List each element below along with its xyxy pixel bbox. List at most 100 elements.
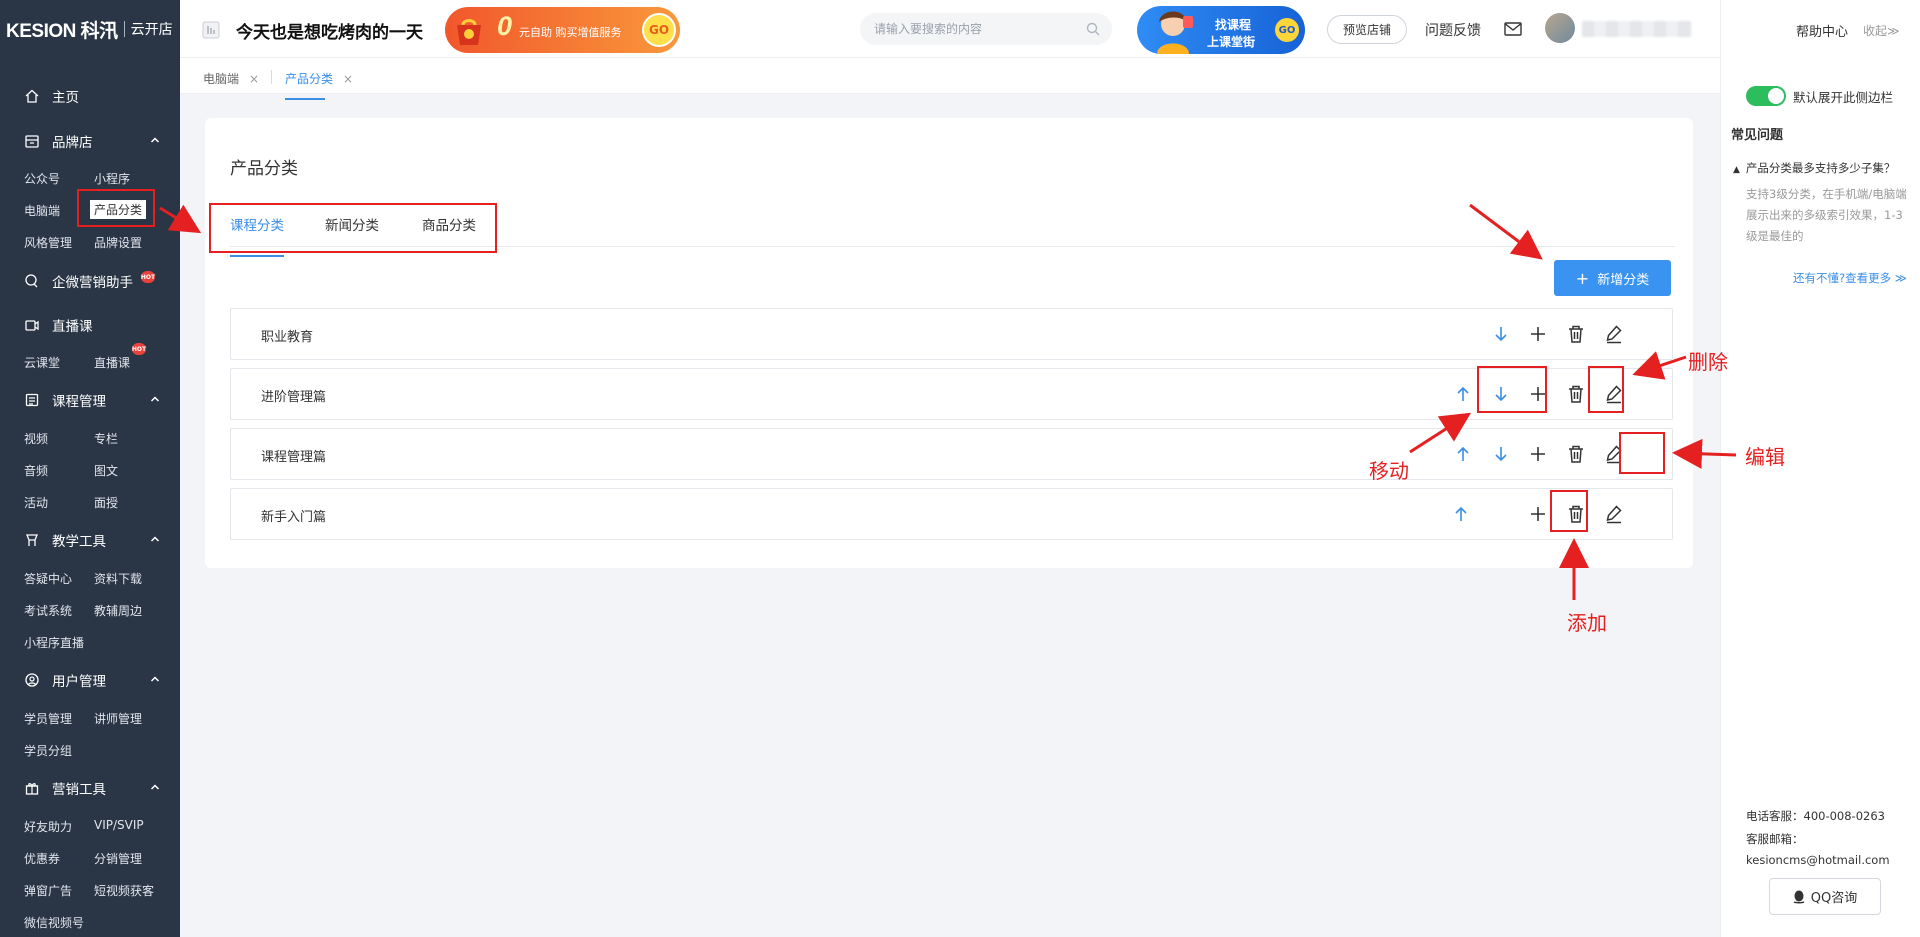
search-icon[interactable]	[1086, 22, 1100, 36]
sidebar-item-audio[interactable]: 音频	[24, 462, 48, 479]
qq-icon	[1793, 890, 1805, 904]
menu-toggle-icon[interactable]	[202, 21, 220, 39]
trash-icon[interactable]	[1565, 323, 1587, 345]
sidebar-item-live-course[interactable]: 直播课	[94, 354, 130, 371]
mascot-illustration	[1147, 6, 1203, 54]
faq-more-link[interactable]: 还有不懂?查看更多 ≫	[1793, 270, 1907, 286]
add-subcategory-icon[interactable]	[1527, 383, 1549, 405]
category-name: 进阶管理篇	[261, 390, 327, 405]
nav-group-brand-store[interactable]: 品牌店	[0, 125, 180, 157]
edit-icon[interactable]	[1603, 323, 1625, 345]
nav-group-teaching[interactable]: 教学工具	[0, 524, 180, 556]
tab-news-category[interactable]: 新闻分类	[325, 214, 379, 234]
store-icon	[24, 133, 40, 149]
default-expand-toggle[interactable]	[1746, 86, 1786, 106]
sidebar-item-qa[interactable]: 答疑中心	[24, 570, 72, 587]
sidebar-item-cloud-class[interactable]: 云课堂	[24, 354, 60, 371]
username-blurred[interactable]	[1582, 21, 1692, 37]
close-icon[interactable]: ×	[249, 72, 259, 86]
collapse-button[interactable]: 收起≫	[1863, 22, 1900, 39]
nav-group-course[interactable]: 课程管理	[0, 384, 180, 416]
trash-icon[interactable]	[1565, 443, 1587, 465]
course-street-banner[interactable]: 找课程 上课堂街 GO	[1137, 6, 1305, 54]
sidebar-item-students[interactable]: 学员管理	[24, 710, 72, 727]
sidebar-item-column[interactable]: 专栏	[94, 430, 118, 447]
move-up-icon[interactable]	[1452, 443, 1474, 465]
category-card: 产品分类 课程分类 新闻分类 商品分类 + 新增分类 职业教育 进阶管理篇 课程管…	[205, 118, 1693, 568]
sidebar-item-video[interactable]: 视频	[24, 430, 48, 447]
sidebar-item-short-video[interactable]: 短视频获客	[94, 882, 154, 899]
category-row: 职业教育	[230, 308, 1673, 360]
banner-go-button[interactable]: GO	[1275, 18, 1299, 42]
chevron-up-icon	[150, 394, 160, 404]
sidebar-item-materials[interactable]: 教辅周边	[94, 602, 142, 619]
trash-icon[interactable]	[1565, 503, 1587, 525]
promo-banner[interactable]: 0 元自助 购买增值服务 GO	[445, 7, 680, 53]
sidebar-item-coupons[interactable]: 优惠券	[24, 850, 60, 867]
sidebar-item-downloads[interactable]: 资料下载	[94, 570, 142, 587]
sidebar-item-offline[interactable]: 面授	[94, 494, 118, 511]
sidebar-item-pc[interactable]: 电脑端	[24, 202, 60, 219]
sidebar-item-wechat-channels[interactable]: 微信视频号	[24, 914, 84, 931]
sidebar-item-gongzhonghao[interactable]: 公众号	[24, 170, 60, 187]
tab-pc[interactable]: 电脑端 ×	[203, 70, 259, 87]
add-subcategory-icon[interactable]	[1527, 503, 1549, 525]
sidebar-item-mini-live[interactable]: 小程序直播	[24, 634, 84, 651]
faq-question[interactable]: ▲ 产品分类最多支持多少子集？	[1733, 160, 1895, 176]
nav-group-marketing[interactable]: 营销工具	[0, 772, 180, 804]
add-category-button[interactable]: + 新增分类	[1554, 260, 1671, 296]
toggle-label: 默认展开此侧边栏	[1793, 90, 1894, 105]
move-down-icon[interactable]	[1490, 443, 1512, 465]
store-name: 云开店	[130, 22, 173, 38]
chevron-up-icon	[150, 534, 160, 544]
add-subcategory-icon[interactable]	[1527, 443, 1549, 465]
chevron-up-icon	[150, 135, 160, 145]
edit-icon[interactable]	[1603, 503, 1625, 525]
sidebar-item-product-category[interactable]: 产品分类	[90, 200, 147, 219]
sidebar-item-exam[interactable]: 考试系统	[24, 602, 72, 619]
tab-product-category[interactable]: 产品分类 ×	[285, 70, 353, 100]
nav-wecom-assistant[interactable]: 企微营销助手 HOT	[0, 265, 180, 297]
sidebar-item-distribution[interactable]: 分销管理	[94, 850, 142, 867]
preview-store-button[interactable]: 预览店铺	[1327, 15, 1407, 44]
sidebar-item-popup-ads[interactable]: 弹窗广告	[24, 882, 72, 899]
chat-icon	[24, 273, 40, 289]
feedback-link[interactable]: 问题反馈	[1425, 20, 1481, 40]
mail-icon[interactable]	[1504, 21, 1522, 37]
trash-icon[interactable]	[1565, 383, 1587, 405]
sidebar-item-miniprogram[interactable]: 小程序	[94, 170, 130, 187]
tab-goods-category[interactable]: 商品分类	[422, 214, 476, 234]
avatar[interactable]	[1545, 13, 1575, 43]
sidebar-item-student-groups[interactable]: 学员分组	[24, 742, 72, 759]
nav-home[interactable]: 主页	[0, 80, 180, 112]
banner-line2: 上课堂街	[1207, 35, 1256, 49]
sidebar-item-article[interactable]: 图文	[94, 462, 118, 479]
add-subcategory-icon[interactable]	[1527, 323, 1549, 345]
promo-go-button[interactable]: GO	[642, 13, 676, 47]
tools-icon	[24, 532, 40, 548]
move-up-icon[interactable]	[1450, 503, 1472, 525]
sidebar-item-teachers[interactable]: 讲师管理	[94, 710, 142, 727]
sidebar-item-activity[interactable]: 活动	[24, 494, 48, 511]
sidebar-item-friend-help[interactable]: 好友助力	[24, 818, 72, 835]
nav-group-live[interactable]: 直播课	[0, 309, 180, 341]
sidebar-item-style[interactable]: 风格管理	[24, 234, 72, 251]
annotation-add: 添加	[1567, 611, 1607, 635]
nav-group-label: 教学工具	[52, 534, 106, 550]
brand-divider	[123, 21, 125, 37]
move-down-icon[interactable]	[1490, 323, 1512, 345]
page-tab-bar: 电脑端 × 产品分类 ×	[180, 58, 1720, 100]
nav-group-users[interactable]: 用户管理	[0, 664, 180, 696]
move-down-icon[interactable]	[1490, 383, 1512, 405]
qq-consult-button[interactable]: QQ咨询	[1769, 878, 1881, 915]
close-icon[interactable]: ×	[343, 72, 353, 86]
tab-course-category[interactable]: 课程分类	[230, 214, 284, 257]
tab-label: 产品分类	[285, 72, 334, 86]
help-center-link[interactable]: 帮助中心	[1796, 21, 1848, 40]
sidebar-item-brand-settings[interactable]: 品牌设置	[94, 234, 142, 251]
edit-icon[interactable]	[1603, 383, 1625, 405]
search-input[interactable]	[860, 13, 1080, 45]
sidebar-item-vip[interactable]: VIP/SVIP	[94, 818, 144, 832]
edit-icon[interactable]	[1603, 443, 1625, 465]
move-up-icon[interactable]	[1452, 383, 1474, 405]
